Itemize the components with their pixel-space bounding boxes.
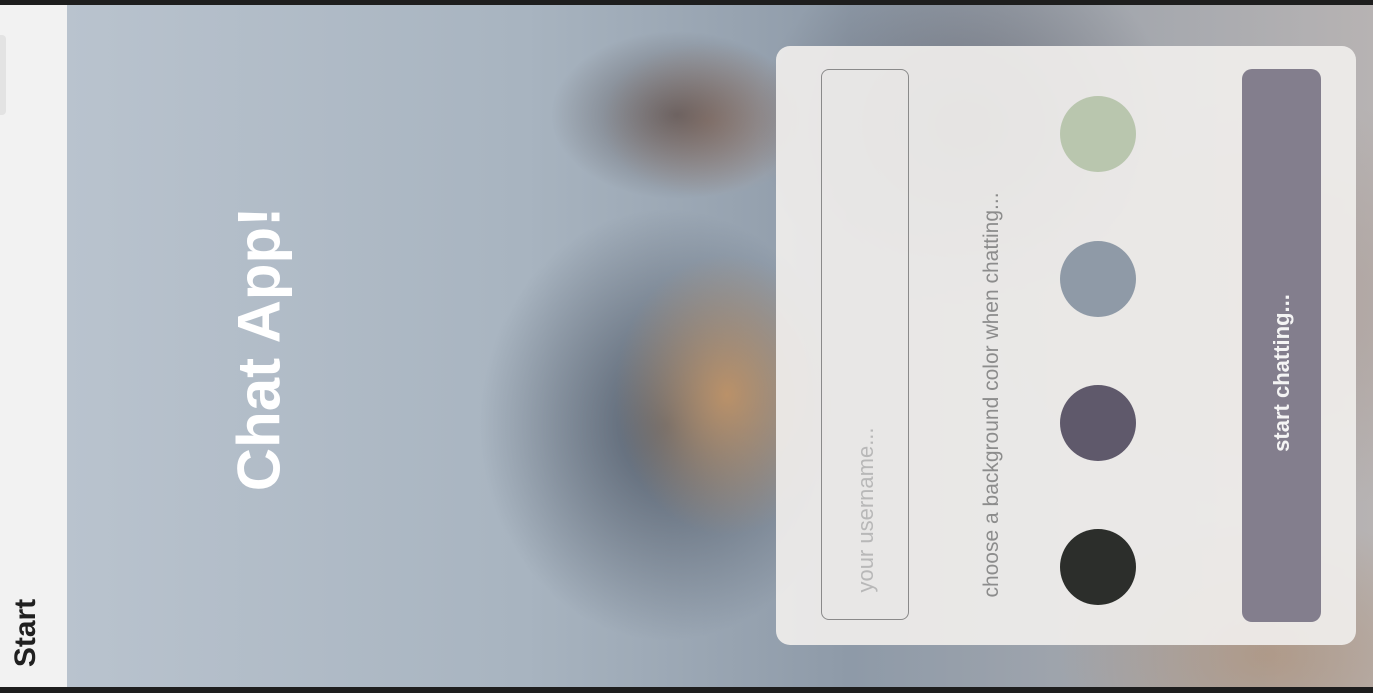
start-chatting-label: start chatting... bbox=[1269, 294, 1294, 452]
background-image: Chat App! your username... choose a back… bbox=[67, 5, 1373, 687]
screen: Start Chat App! your username... choose … bbox=[0, 5, 1373, 687]
color-option-sage[interactable] bbox=[1060, 96, 1136, 172]
username-placeholder: your username... bbox=[853, 427, 878, 593]
back-edge-handle[interactable] bbox=[0, 35, 6, 115]
app-bar: Start bbox=[0, 5, 67, 687]
color-option-black[interactable] bbox=[1060, 529, 1136, 605]
color-option-purple[interactable] bbox=[1060, 385, 1136, 461]
screen-title: Start bbox=[9, 598, 42, 668]
username-input[interactable]: your username... bbox=[821, 69, 909, 620]
start-form-card: your username... choose a background col… bbox=[776, 46, 1356, 645]
app-title: Chat App! bbox=[225, 206, 293, 492]
start-chatting-button[interactable]: start chatting... bbox=[1242, 69, 1321, 622]
color-option-gray-blue[interactable] bbox=[1060, 241, 1136, 317]
color-prompt: choose a background color when chatting.… bbox=[980, 192, 1003, 598]
